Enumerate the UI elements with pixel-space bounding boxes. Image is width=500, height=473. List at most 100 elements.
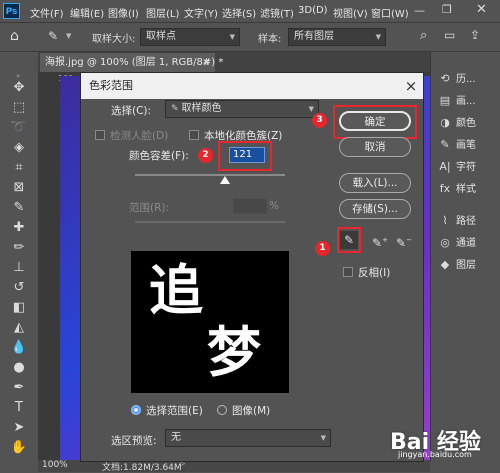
- menu-3d[interactable]: 3D(D): [298, 5, 328, 16]
- workspace-icon[interactable]: ▭: [444, 28, 455, 42]
- quick-select-tool-icon[interactable]: ◈: [8, 138, 30, 158]
- menu-window[interactable]: 窗口(W): [371, 5, 409, 20]
- minimize-icon[interactable]: —: [414, 4, 425, 17]
- dialog-title: 色彩范围: [89, 79, 133, 92]
- checkbox-box: [189, 130, 199, 140]
- menu-type[interactable]: 文字(Y): [184, 5, 218, 20]
- panel-paths[interactable]: ⌇ 路径: [438, 210, 498, 232]
- panel-label: 画笔: [456, 140, 476, 151]
- menu-view[interactable]: 视图(V): [333, 5, 368, 20]
- zoom-level[interactable]: 100%: [42, 460, 68, 470]
- color-icon: ◑: [440, 116, 450, 129]
- sample-select[interactable]: 所有图层 ▼: [288, 28, 386, 46]
- styles-icon: fx: [439, 182, 451, 195]
- type-tool-icon[interactable]: T: [8, 398, 30, 418]
- radio-selection[interactable]: 选择范围(E): [131, 403, 203, 418]
- paint-bucket-icon[interactable]: ◭: [8, 318, 30, 338]
- range-slider-track[interactable]: [135, 221, 285, 223]
- clone-stamp-icon[interactable]: ⊥: [8, 258, 30, 278]
- marquee-tool-icon[interactable]: ⬚: [8, 98, 30, 118]
- panel-label: 通道: [456, 238, 476, 249]
- sample-label: 样本:: [258, 34, 282, 45]
- character-icon: A|: [439, 160, 451, 173]
- select-value: 取样颜色: [181, 103, 222, 114]
- tool-preset-chevron-icon[interactable]: ▼: [66, 32, 71, 40]
- panel-history[interactable]: ⟲ 历...: [438, 68, 498, 90]
- eyedropper-tool-icon[interactable]: ✎: [48, 29, 58, 43]
- sample-value: 所有图层: [294, 31, 334, 42]
- callout-3: 3: [312, 113, 327, 128]
- brush-tool-icon[interactable]: ✏: [8, 238, 30, 258]
- history-brush-icon[interactable]: ↺: [8, 278, 30, 298]
- panel-layers[interactable]: ◆ 图层: [438, 254, 498, 276]
- panel-color[interactable]: ◑ 颜色: [438, 112, 498, 134]
- range-input[interactable]: [233, 198, 267, 214]
- save-button[interactable]: 存储(S)...: [339, 199, 411, 219]
- hand-tool-icon[interactable]: ✋: [8, 438, 30, 458]
- menu-select[interactable]: 选择(S): [222, 5, 256, 20]
- panel-label: 路径: [456, 216, 476, 227]
- cancel-button[interactable]: 取消: [339, 137, 411, 157]
- chevron-down-icon: ▼: [320, 434, 326, 442]
- panel-channels[interactable]: ◎ 通道: [438, 232, 498, 254]
- document-tab[interactable]: 海报.jpg @ 100% (图层 1, RGB/8#) * ×: [40, 53, 223, 72]
- add-to-sample-eyedropper-icon[interactable]: ✎+: [371, 231, 389, 250]
- invert-checkbox[interactable]: 反相(I): [343, 265, 390, 280]
- home-icon[interactable]: ⌂: [10, 28, 19, 44]
- panel-artboard[interactable]: ▤ 画...: [438, 90, 498, 112]
- path-select-icon[interactable]: ➤: [8, 418, 30, 438]
- share-icon[interactable]: ⇪: [470, 28, 480, 42]
- eraser-tool-icon[interactable]: ◧: [8, 298, 30, 318]
- tab-close-icon[interactable]: ×: [202, 53, 210, 72]
- healing-brush-icon[interactable]: ✚: [8, 218, 30, 238]
- select-dropdown[interactable]: ✎ 取样颜色 ▼: [165, 100, 319, 118]
- close-app-icon[interactable]: ✕: [476, 2, 487, 17]
- move-tool-icon[interactable]: ✥: [8, 78, 30, 98]
- checkbox-box: [343, 267, 353, 277]
- dialog-close-icon[interactable]: ×: [399, 73, 423, 99]
- detect-faces-label: 检测人脸(D): [110, 130, 169, 142]
- selection-preview[interactable]: 追 梦: [131, 251, 289, 393]
- menu-file[interactable]: 文件(F): [30, 5, 64, 20]
- search-icon[interactable]: ⌕: [420, 28, 427, 43]
- preview-char-2: 梦: [207, 320, 261, 384]
- restore-icon[interactable]: ❐: [442, 3, 452, 16]
- frame-tool-icon[interactable]: ⊠: [8, 178, 30, 198]
- eyedropper-small-icon: ✎: [171, 104, 179, 114]
- menu-image[interactable]: 图像(I): [108, 5, 139, 20]
- panel-brush[interactable]: ✎ 画笔: [438, 134, 498, 156]
- radio-dot: [217, 405, 227, 415]
- sample-size-label: 取样大小:: [92, 34, 136, 45]
- crop-tool-icon[interactable]: ⌗: [8, 158, 30, 178]
- channels-icon: ◎: [440, 236, 450, 249]
- dodge-tool-icon[interactable]: ●: [8, 358, 30, 378]
- panel-label: 历...: [456, 74, 476, 85]
- blur-tool-icon[interactable]: 💧: [8, 338, 30, 358]
- subtract-from-sample-eyedropper-icon[interactable]: ✎−: [395, 231, 413, 250]
- lasso-tool-icon[interactable]: ➰: [8, 118, 30, 138]
- color-range-dialog: 色彩范围 × 选择(C): ✎ 取样颜色 ▼ 检测人脸(D) 本地化颜色簇(Z) …: [80, 72, 424, 462]
- menu-layer[interactable]: 图层(L): [146, 5, 179, 20]
- eyedropper-icon[interactable]: ✎: [340, 231, 358, 249]
- fuzziness-slider-track[interactable]: [135, 174, 285, 176]
- detect-faces-checkbox[interactable]: 检测人脸(D): [95, 128, 168, 143]
- panel-label: 字符: [456, 162, 476, 173]
- dialog-titlebar[interactable]: 色彩范围: [81, 73, 423, 99]
- selection-preview-select[interactable]: 无 ▼: [165, 429, 331, 447]
- sample-size-select[interactable]: 取样点 ▼: [140, 28, 240, 46]
- ok-button[interactable]: 确定: [339, 111, 411, 131]
- panel-styles[interactable]: fx 样式: [438, 178, 498, 200]
- eyedropper-icon[interactable]: ✎: [8, 198, 30, 218]
- menu-edit[interactable]: 编辑(E): [70, 5, 104, 20]
- load-button[interactable]: 载入(L)...: [339, 173, 411, 193]
- chevron-down-icon: ▼: [229, 33, 235, 41]
- panel-character[interactable]: A| 字符: [438, 156, 498, 178]
- radio-image[interactable]: 图像(M): [217, 403, 270, 418]
- radio-selection-label: 选择范围(E): [146, 405, 203, 417]
- fuzziness-slider-thumb[interactable]: [220, 176, 230, 184]
- pen-tool-icon[interactable]: ✒: [8, 378, 30, 398]
- range-unit: %: [269, 200, 279, 212]
- menu-filter[interactable]: 滤镜(T): [260, 5, 294, 20]
- fuzziness-input[interactable]: 121: [229, 147, 265, 163]
- panel-label: 颜色: [456, 118, 476, 129]
